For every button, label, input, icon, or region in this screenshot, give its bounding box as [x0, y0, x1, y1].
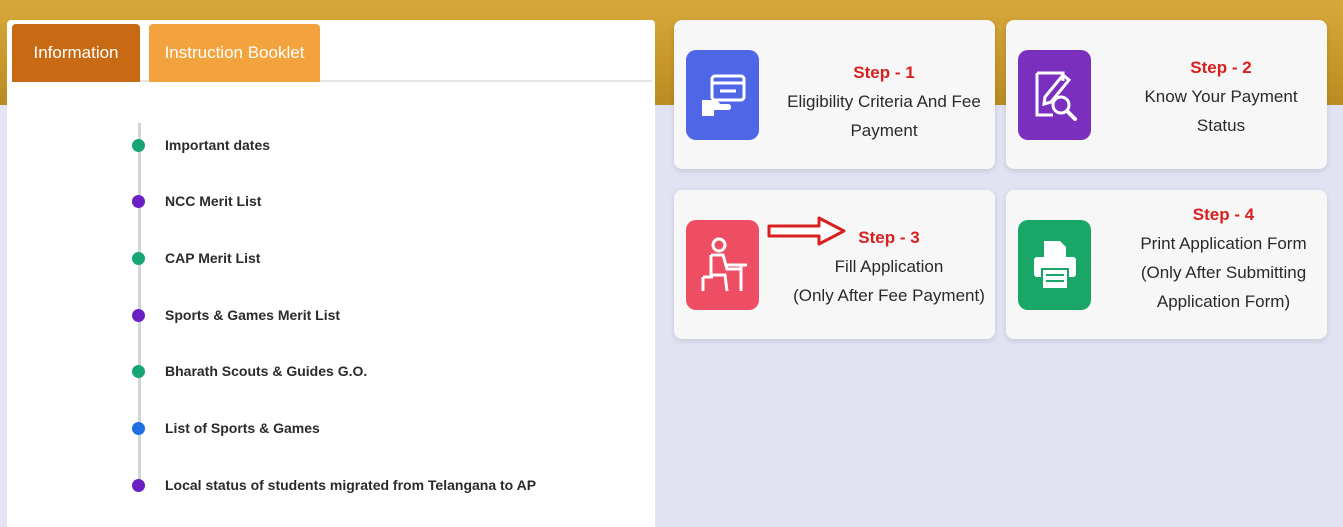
timeline-dot: [132, 251, 145, 265]
timeline-dot: [132, 364, 145, 378]
printer-icon: [1018, 220, 1091, 310]
link-label: NCC Merit List: [165, 193, 262, 209]
information-panel: Information Instruction Booklet: [7, 20, 655, 527]
step-1-card[interactable]: Step - 1 Eligibility Criteria And Fee Pa…: [674, 20, 995, 169]
red-arrow-icon: [767, 216, 846, 246]
link-ncc-merit-list[interactable]: NCC Merit List: [132, 191, 261, 211]
step-title-line: (Only After Submitting: [1140, 263, 1307, 282]
timeline-dot: [132, 138, 145, 152]
link-label: Local status of students migrated from T…: [165, 477, 537, 493]
timeline-dot: [132, 421, 145, 435]
timeline-dot: [132, 308, 145, 322]
link-label: Bharath Scouts & Guides G.O.: [165, 363, 368, 379]
tab-information[interactable]: Information: [12, 24, 140, 82]
link-label: CAP Merit List: [165, 250, 261, 266]
step-title-line: Status: [1196, 116, 1246, 135]
step-title-line: Eligibility Criteria And Fee: [787, 92, 981, 111]
step-title-line: Know Your Payment: [1144, 87, 1298, 106]
step-title-line: Payment: [850, 121, 918, 140]
timeline-dot: [132, 478, 145, 492]
link-label: List of Sports & Games: [165, 420, 320, 436]
link-sports-games-merit-list[interactable]: Sports & Games Merit List: [132, 305, 340, 325]
step-title-line: Application Form): [1156, 292, 1291, 311]
step-title-line: (Only After Fee Payment): [793, 286, 985, 305]
link-label: Sports & Games Merit List: [165, 307, 341, 323]
link-cap-merit-list[interactable]: CAP Merit List: [132, 248, 260, 268]
student-desk-icon: [686, 220, 759, 310]
link-list-of-sports-games[interactable]: List of Sports & Games: [132, 418, 320, 438]
link-label: Important dates: [165, 137, 271, 153]
document-search-icon: [1018, 50, 1091, 140]
link-important-dates[interactable]: Important dates: [132, 135, 270, 155]
link-local-status-migrated[interactable]: Local status of students migrated from T…: [132, 475, 536, 495]
step-title-line: Print Application Form: [1140, 234, 1307, 253]
step-3-card[interactable]: Step - 3 Fill Application (Only After Fe…: [674, 190, 995, 339]
timeline-dot: [132, 194, 145, 208]
step-number: Step - 2: [1190, 58, 1252, 77]
payment-card-icon: [686, 50, 759, 140]
tab-instruction-booklet[interactable]: Instruction Booklet: [149, 24, 320, 82]
step-number: Step - 1: [853, 63, 915, 82]
step-4-card[interactable]: Step - 4 Print Application Form (Only Af…: [1006, 190, 1327, 339]
step-title-line: Fill Application: [834, 257, 944, 276]
step-number: Step - 4: [1192, 205, 1255, 224]
link-bharath-scouts-guides[interactable]: Bharath Scouts & Guides G.O.: [132, 361, 367, 381]
tab-bar: Information Instruction Booklet: [12, 24, 652, 82]
step-2-card[interactable]: Step - 2 Know Your Payment Status: [1006, 20, 1327, 169]
